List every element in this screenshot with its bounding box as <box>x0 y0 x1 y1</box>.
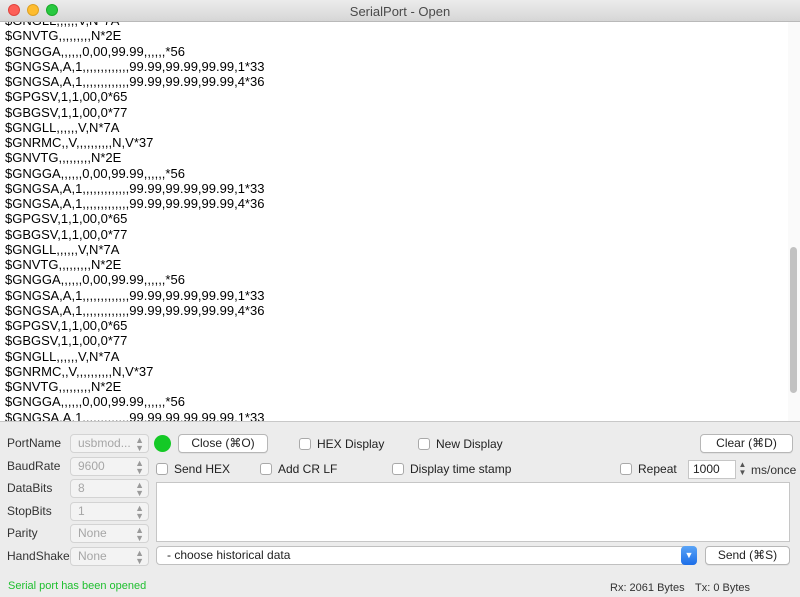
baud-rate-select[interactable]: 9600 ▲ ▼ <box>70 457 149 476</box>
output-line: $GPGSV,1,1,00,0*65 <box>5 211 128 227</box>
output-line: $GNGSA,A,1,,,,,,,,,,,,,99.99,99.99,99.99… <box>5 180 265 196</box>
baud-rate-value: 9600 <box>78 459 105 473</box>
data-bits-select[interactable]: 8 ▲ ▼ <box>70 479 149 498</box>
send-text-area[interactable] <box>156 482 790 542</box>
hex-display-checkbox[interactable]: HEX Display <box>299 436 384 452</box>
chevron-up-down-icon: ▲ ▼ <box>135 503 144 521</box>
checkbox-box[interactable] <box>260 463 272 475</box>
parity-label: Parity <box>7 526 38 540</box>
output-lines: $GNGLL,,,,,,V,N*7A$GNVTG,,,,,,,,,N*2E$GN… <box>5 22 264 421</box>
output-line: $GBGSV,1,1,00,0*77 <box>5 104 128 120</box>
output-line: $GNGSA,A,1,,,,,,,,,,,,,99.99,99.99,99.99… <box>5 196 265 211</box>
send-button[interactable]: Send (⌘S) <box>705 546 790 565</box>
chevron-up-down-icon: ▲ ▼ <box>135 548 144 566</box>
stop-bits-select[interactable]: 1 ▲ ▼ <box>70 502 149 521</box>
receive-output-area[interactable]: $GNGLL,,,,,,V,N*7A$GNVTG,,,,,,,,,N*2E$GN… <box>0 22 800 421</box>
handshake-label: HandShake <box>7 549 70 563</box>
port-name-label: PortName <box>7 436 62 450</box>
output-line: $GNGSA,A,1,,,,,,,,,,,,,99.99,99.99,99.99… <box>5 287 265 303</box>
output-line: $GNGSA,A,1,,,,,,,,,,,,,99.99,99.99,99.99… <box>5 58 265 74</box>
output-line: $GNGLL,,,,,,V,N*7A <box>5 241 120 257</box>
port-name-select[interactable]: usbmod... ▲ ▼ <box>70 434 149 453</box>
output-line: $GNGSA,A,1,,,,,,,,,,,,,99.99,99.99,99.99… <box>5 302 265 318</box>
control-panel: PortName usbmod... ▲ ▼ Close (⌘O) HEX Dis… <box>0 421 800 597</box>
window-title: SerialPort - Open <box>349 4 451 19</box>
data-bits-label: DataBits <box>7 481 53 495</box>
output-line: $GNVTG,,,,,,,,,N*2E <box>5 150 122 166</box>
checkbox-box[interactable] <box>392 463 404 475</box>
repeat-checkbox[interactable]: Repeat <box>620 461 677 477</box>
checkbox-box[interactable] <box>620 463 632 475</box>
new-display-checkbox[interactable]: New Display <box>418 436 503 452</box>
close-port-button[interactable]: Close (⌘O) <box>178 434 268 453</box>
timestamp-label: Display time stamp <box>410 462 512 476</box>
output-line: $GNGSA,A,1,,,,,,,,,,,,,99.99,99.99,99.99… <box>5 74 265 89</box>
output-line: $GNRMC,,V,,,,,,,,,,N,V*37 <box>5 363 154 379</box>
handshake-select[interactable]: None ▲ ▼ <box>70 547 149 566</box>
hex-display-label: HEX Display <box>317 437 385 451</box>
baud-rate-label: BaudRate <box>7 459 61 473</box>
output-line: $GNGLL,,,,,,V,N*7A <box>5 119 120 135</box>
chevron-up-down-icon: ▲ ▼ <box>135 435 144 453</box>
checkbox-box[interactable] <box>156 463 168 475</box>
history-select[interactable]: - choose historical data ▼ <box>156 546 697 565</box>
add-crlf-label: Add CR LF <box>278 462 338 476</box>
output-line: $GBGSV,1,1,00,0*77 <box>5 333 128 349</box>
output-line: $GNGGA,,,,,,0,00,99.99,,,,,,*56 <box>5 394 185 410</box>
port-name-value: usbmod... <box>78 436 131 450</box>
chevron-up-down-icon: ▲ ▼ <box>135 458 144 476</box>
stop-bits-value: 1 <box>78 504 85 518</box>
parity-select[interactable]: None ▲ ▼ <box>70 524 149 543</box>
output-line: $GNGGA,,,,,,0,00,99.99,,,,,,*56 <box>5 165 185 181</box>
repeat-label: Repeat <box>638 462 677 476</box>
send-hex-label: Send HEX <box>174 462 231 476</box>
send-hex-checkbox[interactable]: Send HEX <box>156 461 230 477</box>
chevron-down-icon[interactable]: ▼ <box>681 546 697 565</box>
checkbox-box[interactable] <box>418 438 430 450</box>
checkbox-box[interactable] <box>299 438 311 450</box>
output-scrollbar-thumb[interactable] <box>790 247 797 393</box>
timestamp-checkbox[interactable]: Display time stamp <box>392 461 511 477</box>
output-line: $GNRMC,,V,,,,,,,,,,N,V*37 <box>5 135 154 150</box>
output-line: $GNVTG,,,,,,,,,N*2E <box>5 379 122 394</box>
output-line: $GNVTG,,,,,,,,,N*2E <box>5 28 122 44</box>
status-message: Serial port has been opened <box>8 580 147 592</box>
output-line: $GBGSV,1,1,00,0*77 <box>5 226 128 242</box>
output-line: $GNGGA,,,,,,0,00,99.99,,,,,,*56 <box>5 43 185 59</box>
tx-byte-count: Tx: 0 Bytes <box>695 582 751 594</box>
title-bar: SerialPort - Open <box>0 0 800 22</box>
output-line: $GNGSA,A,1,,,,,,,,,,,,,99.99,99.99,99.99… <box>5 409 265 422</box>
handshake-value: None <box>78 549 107 563</box>
output-line: $GPGSV,1,1,00,0*65 <box>5 89 128 105</box>
rx-byte-count: Rx: 2061 Bytes <box>610 582 685 594</box>
data-bits-value: 8 <box>78 481 85 495</box>
repeat-interval-input[interactable]: 1000 <box>688 460 736 479</box>
output-line: $GNVTG,,,,,,,,,N*2E <box>5 257 122 272</box>
history-placeholder: - choose historical data <box>167 548 291 562</box>
new-display-label: New Display <box>436 437 503 451</box>
connection-status-indicator <box>154 435 171 452</box>
output-line: $GNGLL,,,,,,V,N*7A <box>5 348 120 364</box>
add-crlf-checkbox[interactable]: Add CR LF <box>260 461 337 477</box>
chevron-up-down-icon: ▲ ▼ <box>135 480 144 498</box>
output-line: $GNGGA,,,,,,0,00,99.99,,,,,,*56 <box>5 272 185 288</box>
output-line: $GPGSV,1,1,00,0*65 <box>5 318 128 333</box>
repeat-interval-stepper[interactable]: ▲ ▼ <box>737 460 748 479</box>
clear-button[interactable]: Clear (⌘D) <box>700 434 793 453</box>
parity-value: None <box>78 526 107 540</box>
stop-bits-label: StopBits <box>7 504 52 518</box>
repeat-unit-label: ms/once <box>751 463 797 477</box>
chevron-up-down-icon: ▲ ▼ <box>135 525 144 543</box>
